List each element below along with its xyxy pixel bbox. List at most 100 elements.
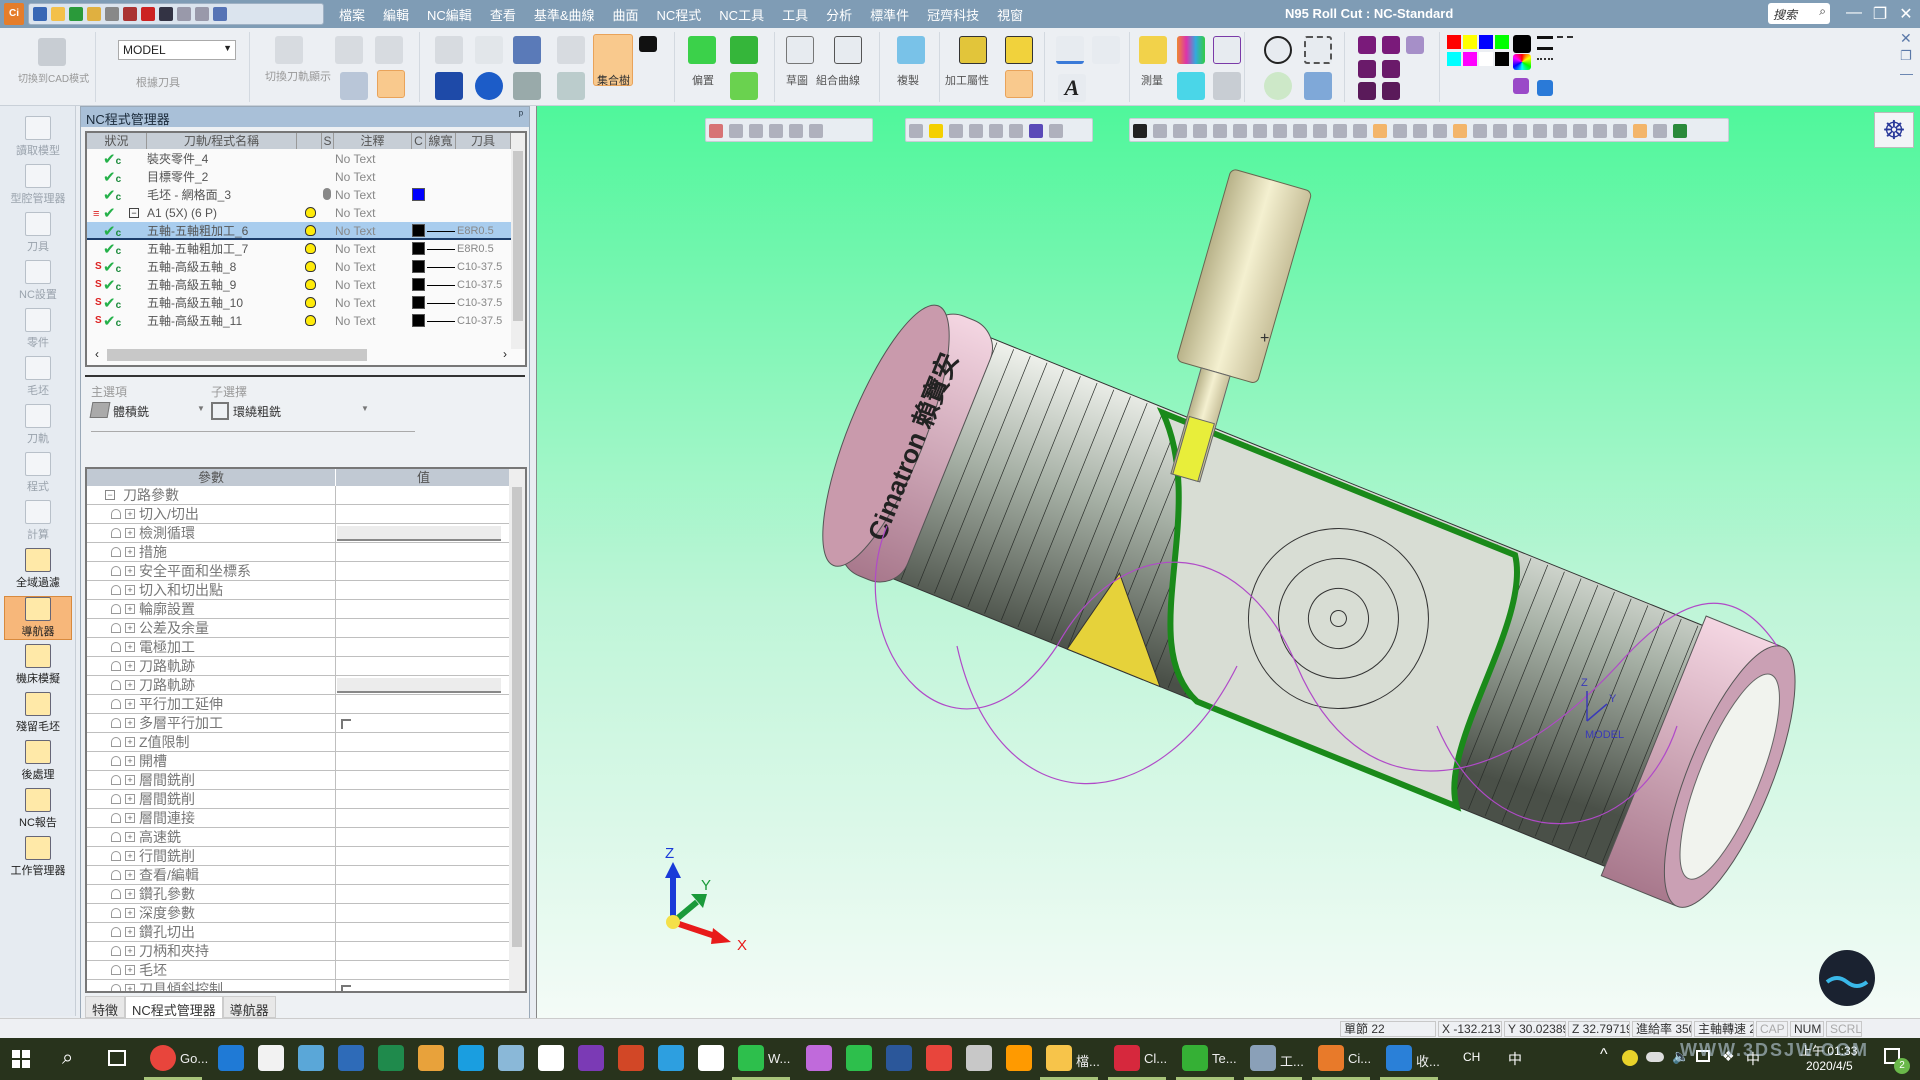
nc-program-row[interactable]: ✔c 五軸-五軸粗加工_6 No Text E8R0.5 <box>87 222 511 240</box>
expand-icon[interactable]: + <box>125 547 135 557</box>
sub-option-select[interactable]: 環繞粗銑 ▼ <box>211 401 371 421</box>
taskbar-app-icon[interactable] <box>658 1045 684 1071</box>
box-inspect-icon[interactable] <box>375 36 403 64</box>
visibility-bulb-icon[interactable] <box>305 279 316 290</box>
taskbar-app-icon[interactable] <box>1318 1045 1344 1071</box>
black-square-icon[interactable] <box>639 36 657 52</box>
left-tool-12[interactable]: 殘留毛坯 <box>4 692 72 734</box>
expand-icon[interactable]: + <box>125 908 135 918</box>
col-visibility[interactable] <box>297 133 322 149</box>
palette-swatch[interactable] <box>1447 52 1461 66</box>
nc-program-row[interactable]: ✔c 裝夾零件_4 No Text <box>87 150 511 168</box>
param-row[interactable]: + 刀柄和夾持 <box>87 942 511 961</box>
sketch-icon[interactable] <box>786 36 814 64</box>
taskbar-app-icon[interactable] <box>886 1045 912 1071</box>
color-swatch[interactable] <box>412 260 425 273</box>
taskbar-app-label[interactable]: Ci... <box>1348 1051 1371 1066</box>
collapse-icon[interactable]: − <box>129 208 139 218</box>
doc-minimize-icon[interactable]: — <box>1900 66 1913 81</box>
surface-2-icon[interactable] <box>730 72 758 100</box>
menu-company[interactable]: 冠齊科技 <box>918 5 988 24</box>
zoom-box-icon[interactable] <box>1304 36 1332 64</box>
history-icon[interactable] <box>195 7 209 21</box>
expand-icon[interactable]: + <box>125 965 135 975</box>
visibility-bulb-icon[interactable] <box>305 207 316 218</box>
tool-holder-highlight-icon[interactable] <box>1005 70 1033 98</box>
clock-date[interactable]: 2020/4/5 <box>1806 1059 1853 1073</box>
palette-swatch[interactable] <box>1495 35 1509 49</box>
color-swatch[interactable] <box>412 278 425 291</box>
palette-swatch[interactable] <box>1479 35 1493 49</box>
param-row[interactable]: + 刀具傾斜控制 <box>87 980 511 991</box>
line-width-icon[interactable] <box>1537 36 1553 50</box>
palette-swatch[interactable] <box>1463 35 1477 49</box>
switch-to-cad-icon[interactable] <box>38 38 66 66</box>
paintbrush-icon[interactable] <box>1537 80 1553 96</box>
color-swatch[interactable] <box>412 242 425 255</box>
composite-curve-icon[interactable] <box>834 36 862 64</box>
new-part-icon[interactable] <box>69 7 83 21</box>
color-swatch[interactable] <box>412 314 425 327</box>
by-tool-button[interactable]: 根據刀具 <box>136 74 180 90</box>
taskbar-app-icon[interactable] <box>698 1045 724 1071</box>
param-row[interactable]: + 層間連接 <box>87 809 511 828</box>
normal-arrow-icon[interactable] <box>1213 72 1241 100</box>
expand-icon[interactable]: + <box>125 832 135 842</box>
taskbar-app-icon[interactable] <box>1046 1045 1072 1071</box>
menu-nc-tools[interactable]: NC工具 <box>710 5 773 24</box>
expand-icon[interactable]: + <box>125 851 135 861</box>
filter-icon[interactable] <box>1213 36 1241 64</box>
floating-assistant-icon[interactable] <box>1819 950 1875 1006</box>
new-nc-icon[interactable] <box>123 7 137 21</box>
tool-icon[interactable] <box>335 36 363 64</box>
taskbar-app-icon[interactable] <box>378 1045 404 1071</box>
left-tool-10[interactable]: 導航器 <box>4 596 72 640</box>
visibility-bulb-icon[interactable] <box>305 315 316 326</box>
tab-navigator[interactable]: 導航器 <box>222 996 276 1018</box>
palette-swatch[interactable] <box>1463 52 1477 66</box>
expand-icon[interactable]: + <box>125 756 135 766</box>
expand-icon[interactable]: + <box>125 623 135 633</box>
palette-swatch[interactable] <box>1495 52 1509 66</box>
expand-icon[interactable]: + <box>125 528 135 538</box>
taskbar-app-icon[interactable] <box>218 1045 244 1071</box>
col-s[interactable]: S <box>322 133 334 149</box>
minimize-button[interactable]: — <box>1843 4 1865 22</box>
col-line-width[interactable]: 線寬 <box>426 133 456 149</box>
menu-datum-curve[interactable]: 基準&曲線 <box>525 5 604 24</box>
taskbar-app-icon[interactable] <box>150 1045 176 1071</box>
outline-icon[interactable] <box>435 72 463 100</box>
menu-analysis[interactable]: 分析 <box>817 5 861 24</box>
hidden-line-icon[interactable] <box>1382 36 1400 54</box>
measure-icon[interactable] <box>1139 36 1167 64</box>
expand-icon[interactable]: + <box>125 566 135 576</box>
param-row[interactable]: + 公差及余量 <box>87 619 511 638</box>
box-highlight-icon[interactable] <box>377 70 405 98</box>
menu-nc-edit[interactable]: NC編輯 <box>418 5 481 24</box>
app-logo[interactable]: Ci 14 <box>4 3 24 41</box>
dimension-2-icon[interactable] <box>1092 36 1120 64</box>
param-row[interactable]: + 查看/編輯 <box>87 866 511 885</box>
zoom-selection-icon[interactable] <box>1264 72 1292 100</box>
scroll-left-icon[interactable]: ‹ <box>95 347 99 361</box>
pan-icon[interactable] <box>1304 72 1332 100</box>
expand-icon[interactable]: + <box>125 718 135 728</box>
menu-surface[interactable]: 曲面 <box>604 5 648 24</box>
toggle-toolpath-icon[interactable] <box>275 36 303 64</box>
zoom-window-icon[interactable] <box>1264 36 1292 64</box>
color-surface-icon[interactable] <box>1177 36 1205 64</box>
taskbar-app-icon[interactable] <box>538 1045 564 1071</box>
nc-program-row[interactable]: S ✔c 五軸-高級五軸_8 No Text C10-37.5 <box>87 258 511 276</box>
taskbar-app-icon[interactable] <box>1006 1045 1032 1071</box>
taskbar-app-icon[interactable] <box>926 1045 952 1071</box>
offset-icon[interactable] <box>688 36 716 64</box>
param-row[interactable]: + 開槽 <box>87 752 511 771</box>
expand-icon[interactable]: + <box>125 680 135 690</box>
param-value-button[interactable] <box>337 526 501 541</box>
expand-icon[interactable]: + <box>125 927 135 937</box>
param-root-row[interactable]: − 刀路參數 <box>87 486 511 505</box>
tray-app-icon[interactable] <box>1622 1050 1638 1066</box>
tab-nc-manager[interactable]: NC程式管理器 <box>125 996 223 1018</box>
param-row[interactable]: + 鑽孔切出 <box>87 923 511 942</box>
expand-icon[interactable]: + <box>125 509 135 519</box>
